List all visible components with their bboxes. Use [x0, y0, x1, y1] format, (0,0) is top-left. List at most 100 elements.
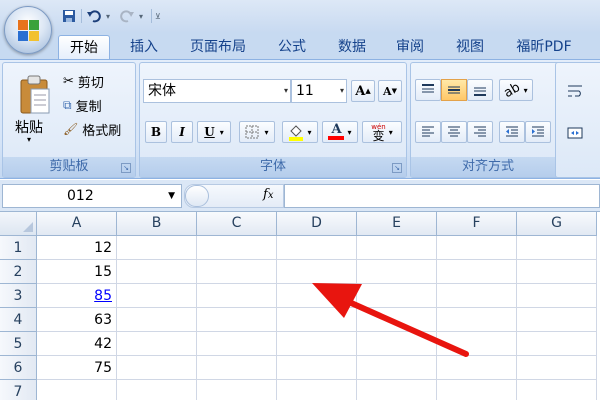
column-header-b[interactable]: B — [117, 212, 197, 236]
italic-button[interactable]: I — [171, 121, 193, 143]
copy-button[interactable]: ⧉ 复制 — [63, 95, 102, 115]
orientation-button[interactable]: ab ▾ — [499, 79, 533, 101]
select-all-corner[interactable] — [0, 212, 37, 236]
cell-f5[interactable] — [437, 332, 517, 356]
cell-f2[interactable] — [437, 260, 517, 284]
font-name-dropdown-icon[interactable]: ▾ — [284, 80, 288, 102]
undo-dropdown-icon[interactable]: ▾ — [106, 12, 115, 21]
cell-b7[interactable] — [117, 380, 197, 400]
grow-font-button[interactable]: A ▲ — [351, 80, 375, 102]
cell-e4[interactable] — [357, 308, 437, 332]
bold-button[interactable]: B — [145, 121, 167, 143]
tab-foxit-pdf[interactable]: 福昕PDF — [505, 35, 583, 60]
row-header-4[interactable]: 4 — [0, 308, 37, 332]
cell-c2[interactable] — [197, 260, 277, 284]
tab-page-layout[interactable]: 页面布局 — [180, 35, 256, 60]
cell-e1[interactable] — [357, 236, 437, 260]
cell-e2[interactable] — [357, 260, 437, 284]
customize-toolbar-icon[interactable]: ⊻ — [155, 12, 167, 21]
cell-g2[interactable] — [517, 260, 597, 284]
font-color-button[interactable]: A ▾ — [322, 121, 358, 143]
cell-e5[interactable] — [357, 332, 437, 356]
row-header-7[interactable]: 7 — [0, 380, 37, 400]
cell-b3[interactable] — [117, 284, 197, 308]
formula-input[interactable] — [284, 184, 600, 208]
column-header-e[interactable]: E — [357, 212, 437, 236]
office-button[interactable] — [4, 6, 52, 54]
fill-color-dropdown-icon[interactable]: ▾ — [307, 128, 311, 137]
align-bottom-button[interactable] — [467, 79, 493, 101]
cell-d6[interactable] — [277, 356, 357, 380]
save-icon[interactable] — [60, 7, 78, 25]
cut-button[interactable]: ✂ 剪切 — [63, 71, 104, 91]
cell-f7[interactable] — [437, 380, 517, 400]
cell-e6[interactable] — [357, 356, 437, 380]
cell-a6[interactable]: 75 — [37, 356, 117, 380]
redo-icon[interactable] — [118, 7, 136, 25]
cell-b2[interactable] — [117, 260, 197, 284]
cell-d4[interactable] — [277, 308, 357, 332]
wrap-text-icon[interactable] — [564, 81, 586, 101]
phonetic-dropdown-icon[interactable]: ▾ — [389, 128, 393, 137]
cell-e3[interactable] — [357, 284, 437, 308]
cell-g1[interactable] — [517, 236, 597, 260]
cell-d7[interactable] — [277, 380, 357, 400]
cell-f3[interactable] — [437, 284, 517, 308]
row-header-2[interactable]: 2 — [0, 260, 37, 284]
cell-d1[interactable] — [277, 236, 357, 260]
font-dialog-launcher-icon[interactable]: ↘ — [392, 163, 402, 173]
cell-g5[interactable] — [517, 332, 597, 356]
column-header-d[interactable]: D — [277, 212, 357, 236]
column-header-g[interactable]: G — [517, 212, 597, 236]
paste-button[interactable]: 粘贴 ▾ — [7, 65, 55, 151]
tab-data[interactable]: 数据 — [328, 35, 376, 60]
column-header-a[interactable]: A — [37, 212, 117, 236]
fill-color-button[interactable]: ▾ — [282, 121, 318, 143]
tab-formulas[interactable]: 公式 — [268, 35, 316, 60]
tab-home[interactable]: 开始 — [58, 35, 110, 60]
align-middle-button[interactable] — [441, 79, 467, 101]
shrink-font-button[interactable]: A ▼ — [378, 80, 402, 102]
font-size-dropdown-icon[interactable]: ▾ — [340, 80, 344, 102]
font-size-input[interactable]: 11 ▾ — [291, 79, 347, 103]
cell-b1[interactable] — [117, 236, 197, 260]
column-header-c[interactable]: C — [197, 212, 277, 236]
border-button[interactable]: ▾ — [239, 121, 275, 143]
tab-view[interactable]: 视图 — [446, 35, 494, 60]
cell-c1[interactable] — [197, 236, 277, 260]
cell-a1[interactable]: 12 — [37, 236, 117, 260]
cell-c6[interactable] — [197, 356, 277, 380]
decrease-indent-button[interactable] — [499, 121, 525, 143]
row-header-5[interactable]: 5 — [0, 332, 37, 356]
font-name-input[interactable]: 宋体 ▾ — [143, 79, 291, 103]
cell-a5[interactable]: 42 — [37, 332, 117, 356]
underline-dropdown-icon[interactable]: ▾ — [220, 128, 224, 137]
cell-e7[interactable] — [357, 380, 437, 400]
increase-indent-button[interactable] — [525, 121, 551, 143]
phonetic-button[interactable]: wén 变 ▾ — [362, 121, 402, 143]
align-right-button[interactable] — [467, 121, 493, 143]
cell-f4[interactable] — [437, 308, 517, 332]
cell-d3[interactable] — [277, 284, 357, 308]
row-header-6[interactable]: 6 — [0, 356, 37, 380]
cell-a7[interactable] — [37, 380, 117, 400]
name-box-dropdown-icon[interactable]: ▼ — [168, 185, 175, 207]
tab-review[interactable]: 审阅 — [386, 35, 434, 60]
cell-c3[interactable] — [197, 284, 277, 308]
border-dropdown-icon[interactable]: ▾ — [264, 128, 268, 137]
orientation-dropdown-icon[interactable]: ▾ — [524, 86, 528, 95]
cell-b6[interactable] — [117, 356, 197, 380]
cell-g6[interactable] — [517, 356, 597, 380]
cell-g3[interactable] — [517, 284, 597, 308]
formula-bar-expander-icon[interactable] — [185, 185, 209, 207]
row-header-3[interactable]: 3 — [0, 284, 37, 308]
cell-a4[interactable]: 63 — [37, 308, 117, 332]
cell-c5[interactable] — [197, 332, 277, 356]
cell-b4[interactable] — [117, 308, 197, 332]
cell-f1[interactable] — [437, 236, 517, 260]
cell-b5[interactable] — [117, 332, 197, 356]
cell-c7[interactable] — [197, 380, 277, 400]
name-box[interactable]: 012 ▼ — [2, 184, 182, 208]
underline-button[interactable]: U ▾ — [197, 121, 231, 143]
cell-a3[interactable]: 85 — [37, 284, 117, 308]
